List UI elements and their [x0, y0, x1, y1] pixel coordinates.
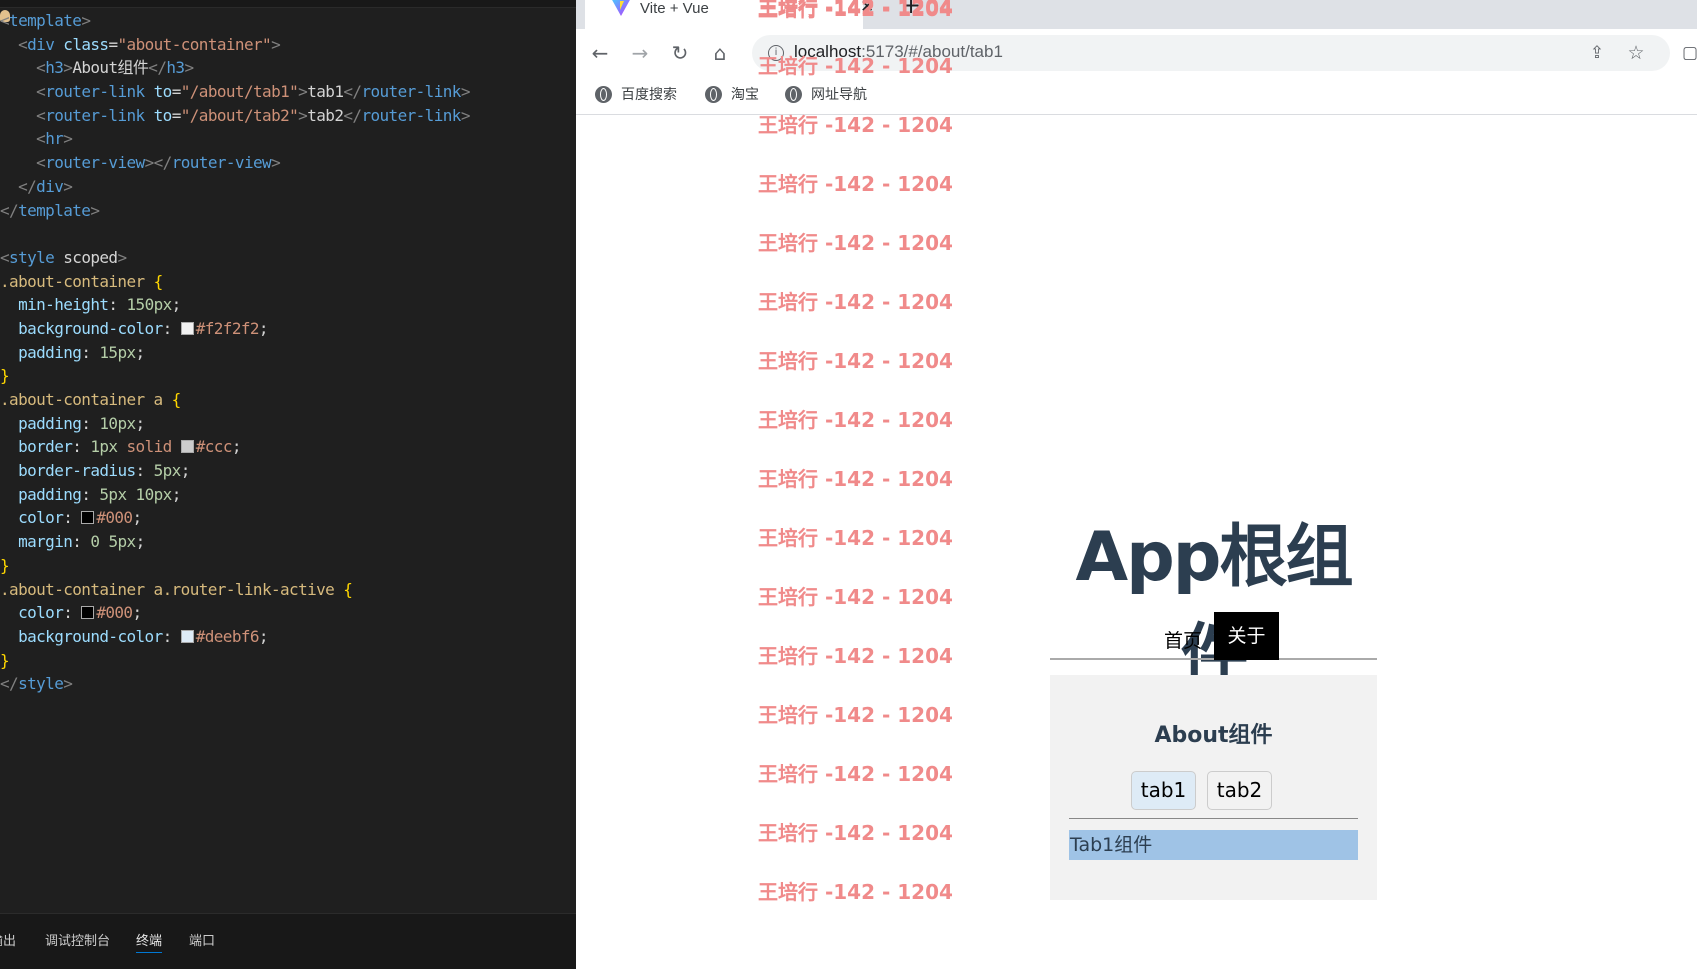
nav-about-link[interactable]: 关于 — [1214, 612, 1279, 660]
code-line[interactable]: color: #000; — [0, 506, 576, 530]
code-line[interactable]: <template> — [0, 9, 576, 33]
code-line[interactable]: border: 1px solid #ccc; — [0, 435, 576, 459]
about-container: About组件 tab1 tab2 Tab1组件 — [1050, 675, 1377, 900]
browser-window: Vite + Vue ✕ + ← → ↻ ⌂ i localhost:5173/… — [576, 0, 1697, 969]
code-line[interactable]: <router-link to="/about/tab1">tab1</rout… — [0, 80, 576, 104]
panel-tab-ports[interactable]: 端口 — [189, 930, 215, 949]
editor-top-edge — [0, 0, 576, 8]
bookmark-nav[interactable]: 网址导航 — [785, 84, 867, 104]
bookmarks-bar: 百度搜索 淘宝 网址导航 — [576, 79, 1697, 115]
tab2-link[interactable]: tab2 — [1207, 771, 1272, 810]
home-icon[interactable]: ⌂ — [706, 39, 734, 67]
watermark-text: 王培行 -142 - 1204 — [758, 526, 953, 550]
code-area[interactable]: <template> <div class="about-container">… — [0, 9, 576, 696]
code-line[interactable] — [0, 222, 576, 246]
main-nav: 首页 关于 — [1050, 612, 1377, 660]
watermark-text: 王培行 -142 - 1204 — [758, 172, 953, 196]
watermark-text: 王培行 -142 - 1204 — [758, 762, 953, 786]
share-icon[interactable]: ⇪ — [1583, 39, 1611, 67]
watermark-text: 王培行 -142 - 1204 — [758, 703, 953, 727]
watermark-text: 王培行 -142 - 1204 — [758, 644, 953, 668]
browser-tab-title: Vite + Vue — [640, 0, 709, 17]
code-line[interactable]: } — [0, 364, 576, 388]
nav-home-link[interactable]: 首页 — [1160, 620, 1206, 659]
globe-icon — [785, 85, 802, 103]
code-line[interactable]: padding: 5px 10px; — [0, 483, 576, 507]
bookmark-taobao[interactable]: 淘宝 — [705, 84, 759, 104]
code-editor[interactable]: <template> <div class="about-container">… — [0, 0, 576, 969]
watermark-text: 王培行 -142 - 1204 — [758, 585, 953, 609]
globe-icon — [595, 85, 612, 103]
divider — [1069, 818, 1358, 819]
watermark-text: 王培行 -142 - 1204 — [758, 349, 953, 373]
app-root: App根组件 首页 关于 About组件 tab1 tab2 Tab1组件 — [1050, 116, 1377, 969]
tab-strip: Vite + Vue ✕ + — [576, 0, 1697, 29]
code-line[interactable]: margin: 0 5px; — [0, 530, 576, 554]
code-line[interactable]: <style scoped> — [0, 246, 576, 270]
reload-icon[interactable]: ↻ — [666, 39, 694, 67]
screen: <template> <div class="about-container">… — [0, 0, 1697, 969]
code-line[interactable]: .about-container a.router-link-active { — [0, 578, 576, 602]
panel-tab-output[interactable]: 输出 — [0, 930, 16, 949]
watermark-text: 王培行 -142 - 1204 — [758, 290, 953, 314]
tab1-link[interactable]: tab1 — [1131, 771, 1196, 810]
watermark-text: 王培行 -142 - 1204 — [758, 54, 953, 78]
code-line[interactable]: } — [0, 554, 576, 578]
code-line[interactable]: color: #000; — [0, 601, 576, 625]
code-line[interactable]: <div class="about-container"> — [0, 33, 576, 57]
code-line[interactable]: padding: 10px; — [0, 412, 576, 436]
code-line[interactable]: padding: 15px; — [0, 341, 576, 365]
sidepanel-icon[interactable]: ▢ — [1676, 39, 1697, 67]
browser-toolbar: ← → ↻ ⌂ i localhost:5173/#/about/tab1 ⇪ … — [576, 29, 1697, 79]
code-line[interactable]: background-color: #deebf6; — [0, 625, 576, 649]
watermark-text: 王培行 -142 - 1204 — [758, 408, 953, 432]
code-line[interactable]: </style> — [0, 672, 576, 696]
forward-icon[interactable]: → — [626, 39, 654, 67]
page-content: App根组件 首页 关于 About组件 tab1 tab2 Tab1组件 王培… — [576, 0, 1697, 969]
code-line[interactable]: </div> — [0, 175, 576, 199]
code-line[interactable]: .about-container a { — [0, 388, 576, 412]
panel-tab-debug-console[interactable]: 调试控制台 — [45, 930, 110, 949]
bookmark-label: 百度搜索 — [621, 87, 677, 103]
code-line[interactable]: <router-link to="/about/tab2">tab2</rout… — [0, 104, 576, 128]
watermark-text: 王培行 -142 - 1204 — [758, 231, 953, 255]
code-line[interactable]: .about-container { — [0, 270, 576, 294]
panel-tab-terminal[interactable]: 终端 — [136, 930, 163, 953]
code-line[interactable]: <hr> — [0, 127, 576, 151]
bookmark-label: 淘宝 — [731, 87, 759, 103]
code-line[interactable]: min-height: 150px; — [0, 293, 576, 317]
code-line[interactable]: <h3>About组件</h3> — [0, 56, 576, 80]
bookmark-baidu[interactable]: 百度搜索 — [595, 84, 677, 104]
tab1-component: Tab1组件 — [1069, 830, 1358, 860]
watermark-text: 王培行 -142 - 1204 — [758, 880, 953, 904]
watermark-text: 王培行 -142 - 1204 — [758, 0, 953, 21]
watermark-text: 王培行 -142 - 1204 — [758, 467, 953, 491]
back-icon[interactable]: ← — [586, 39, 614, 67]
bookmark-star-icon[interactable]: ☆ — [1622, 39, 1650, 67]
vite-logo-icon — [612, 0, 630, 16]
code-line[interactable]: </template> — [0, 199, 576, 223]
globe-icon — [705, 85, 722, 103]
watermark-text: 王培行 -142 - 1204 — [758, 821, 953, 845]
bookmark-label: 网址导航 — [811, 87, 867, 103]
code-line[interactable]: border-radius: 5px; — [0, 459, 576, 483]
watermark-text: 王培行 -142 - 1204 — [758, 113, 953, 137]
about-title: About组件 — [1154, 723, 1273, 748]
code-line[interactable]: background-color: #f2f2f2; — [0, 317, 576, 341]
code-line[interactable]: } — [0, 649, 576, 673]
app-title: App根组件 — [1075, 518, 1354, 696]
bottom-panel: 输出 调试控制台 终端 端口 — [0, 913, 576, 969]
code-line[interactable]: <router-view></router-view> — [0, 151, 576, 175]
